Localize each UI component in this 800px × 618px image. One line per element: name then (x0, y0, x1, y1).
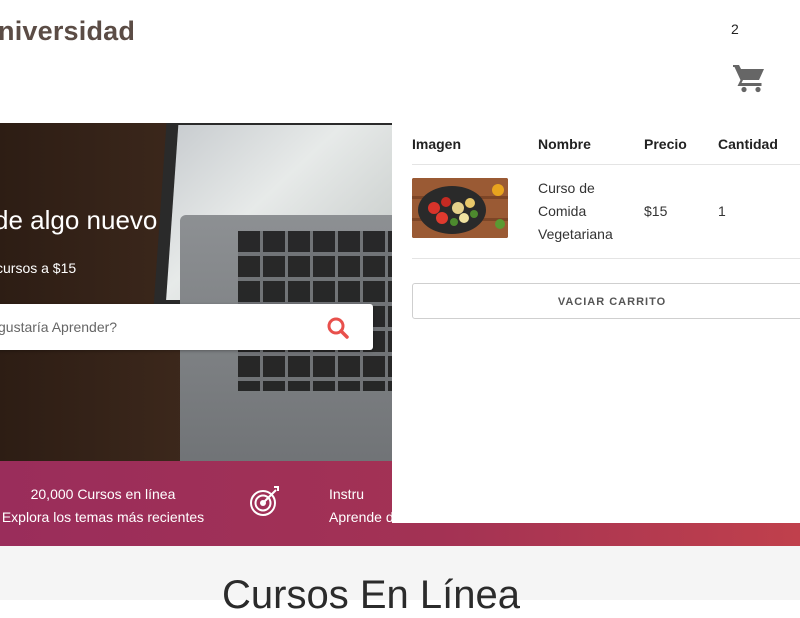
info-item-courses: 20,000 Cursos en línea Explora los temas… (0, 483, 210, 529)
info-item-instructors-sub: Aprende d (329, 509, 394, 525)
col-header-image: Imagen (412, 123, 538, 165)
cart-item-price: $15 (644, 164, 718, 259)
cart-item-name-line: Vegetariana (538, 226, 613, 242)
cart-dropdown: Imagen Nombre Precio Cantidad Curso de C… (392, 123, 800, 523)
info-item-courses-title: 20,000 Cursos en línea (30, 486, 176, 502)
search-form (0, 304, 373, 350)
site-logo[interactable]: niversidad (0, 16, 135, 47)
col-header-price: Precio (644, 123, 718, 165)
cart-item-name: Curso de Comida Vegetariana (538, 164, 644, 259)
search-icon[interactable] (326, 316, 350, 340)
info-item-instructors: Instru Aprende d (329, 483, 394, 529)
cart-table: Imagen Nombre Precio Cantidad Curso de C… (412, 123, 800, 259)
cart-item-name-line: Comida (538, 203, 587, 219)
courses-section-title: Cursos En Línea (222, 573, 520, 617)
hero-subtitle: cursos a $15 (0, 260, 77, 276)
info-item-courses-sub: Explora los temas más recientes (1, 509, 205, 525)
course-thumbnail (412, 178, 508, 238)
cart-item-name-line: Curso de (538, 180, 595, 196)
cart-table-header: Imagen Nombre Precio Cantidad (412, 123, 800, 165)
info-item-instructors-title: Instru (329, 486, 365, 502)
col-header-quantity: Cantidad (718, 123, 800, 165)
search-input[interactable] (0, 304, 310, 350)
target-icon (250, 486, 279, 516)
col-header-name: Nombre (538, 123, 644, 165)
cart-item-quantity: 1 (718, 164, 800, 259)
cart-item-image-cell (412, 164, 538, 259)
hero-title: de algo nuevo (0, 205, 158, 235)
clear-cart-button[interactable]: VACIAR CARRITO (412, 283, 800, 319)
cart-row: Curso de Comida Vegetariana $15 1 (412, 164, 800, 259)
cart-count-badge: 2 (731, 21, 739, 37)
shopping-cart-icon[interactable] (733, 63, 766, 93)
